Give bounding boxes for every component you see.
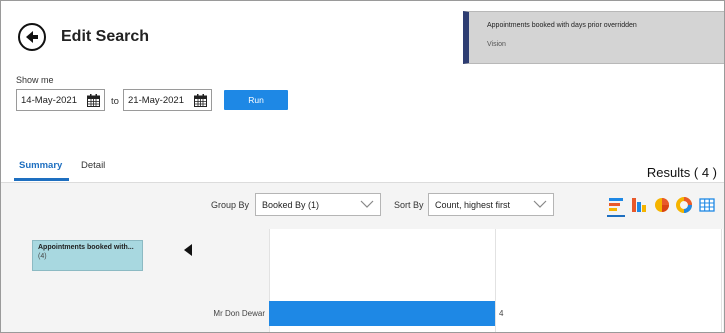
group-chip-count: (4)	[38, 253, 47, 260]
active-view-indicator	[607, 215, 625, 217]
tab-detail[interactable]: Detail	[81, 160, 105, 171]
chart-category-label: Mr Don Dewar	[213, 309, 265, 318]
group-chip[interactable]: Appointments booked with... (4)	[32, 240, 143, 271]
chevron-down-icon	[533, 200, 547, 208]
arrow-left-icon	[26, 31, 38, 43]
notification-subtitle: Vision	[487, 41, 506, 48]
notification-title: Appointments booked with days prior over…	[487, 22, 637, 29]
run-button[interactable]: Run	[224, 90, 288, 110]
group-chip-title: Appointments booked with...	[38, 244, 134, 251]
vertical-bar-chart-icon[interactable]	[631, 197, 647, 213]
page-title: Edit Search	[61, 28, 150, 45]
results-count: Results ( 4 )	[646, 165, 717, 180]
tab-summary[interactable]: Summary	[19, 160, 62, 171]
horizontal-bar-chart-icon[interactable]	[608, 197, 624, 213]
to-label: to	[111, 96, 119, 107]
group-by-label: Group By	[211, 200, 250, 210]
group-by-value: Booked By (1)	[262, 200, 320, 210]
chevron-down-icon	[360, 200, 374, 208]
pie-chart-icon[interactable]	[654, 197, 670, 213]
to-date-value: 21-May-2021	[128, 94, 184, 106]
from-date-field[interactable]: 14-May-2021	[16, 89, 105, 111]
donut-chart-icon[interactable]	[676, 197, 692, 213]
chart-bar[interactable]	[269, 301, 495, 326]
calendar-icon[interactable]	[87, 94, 100, 107]
app-window: Edit Search Appointments booked with day…	[0, 0, 725, 333]
chart-value-label: 4	[499, 309, 504, 318]
table-icon[interactable]	[699, 197, 715, 213]
sort-by-label: Sort By	[394, 200, 424, 210]
bar-chart	[269, 229, 722, 332]
collapse-arrow-icon[interactable]	[184, 244, 192, 256]
chart-area	[269, 229, 723, 332]
sort-by-select[interactable]: Count, highest first	[428, 193, 554, 216]
notification-popup[interactable]: Appointments booked with days prior over…	[463, 11, 724, 64]
from-date-value: 14-May-2021	[21, 94, 77, 106]
group-by-select[interactable]: Booked By (1)	[255, 193, 381, 216]
back-button[interactable]	[18, 23, 46, 51]
calendar-icon[interactable]	[194, 94, 207, 107]
to-date-field[interactable]: 21-May-2021	[123, 89, 212, 111]
show-me-label: Show me	[16, 75, 54, 85]
active-tab-indicator	[14, 178, 69, 181]
sort-by-value: Count, highest first	[435, 200, 511, 210]
